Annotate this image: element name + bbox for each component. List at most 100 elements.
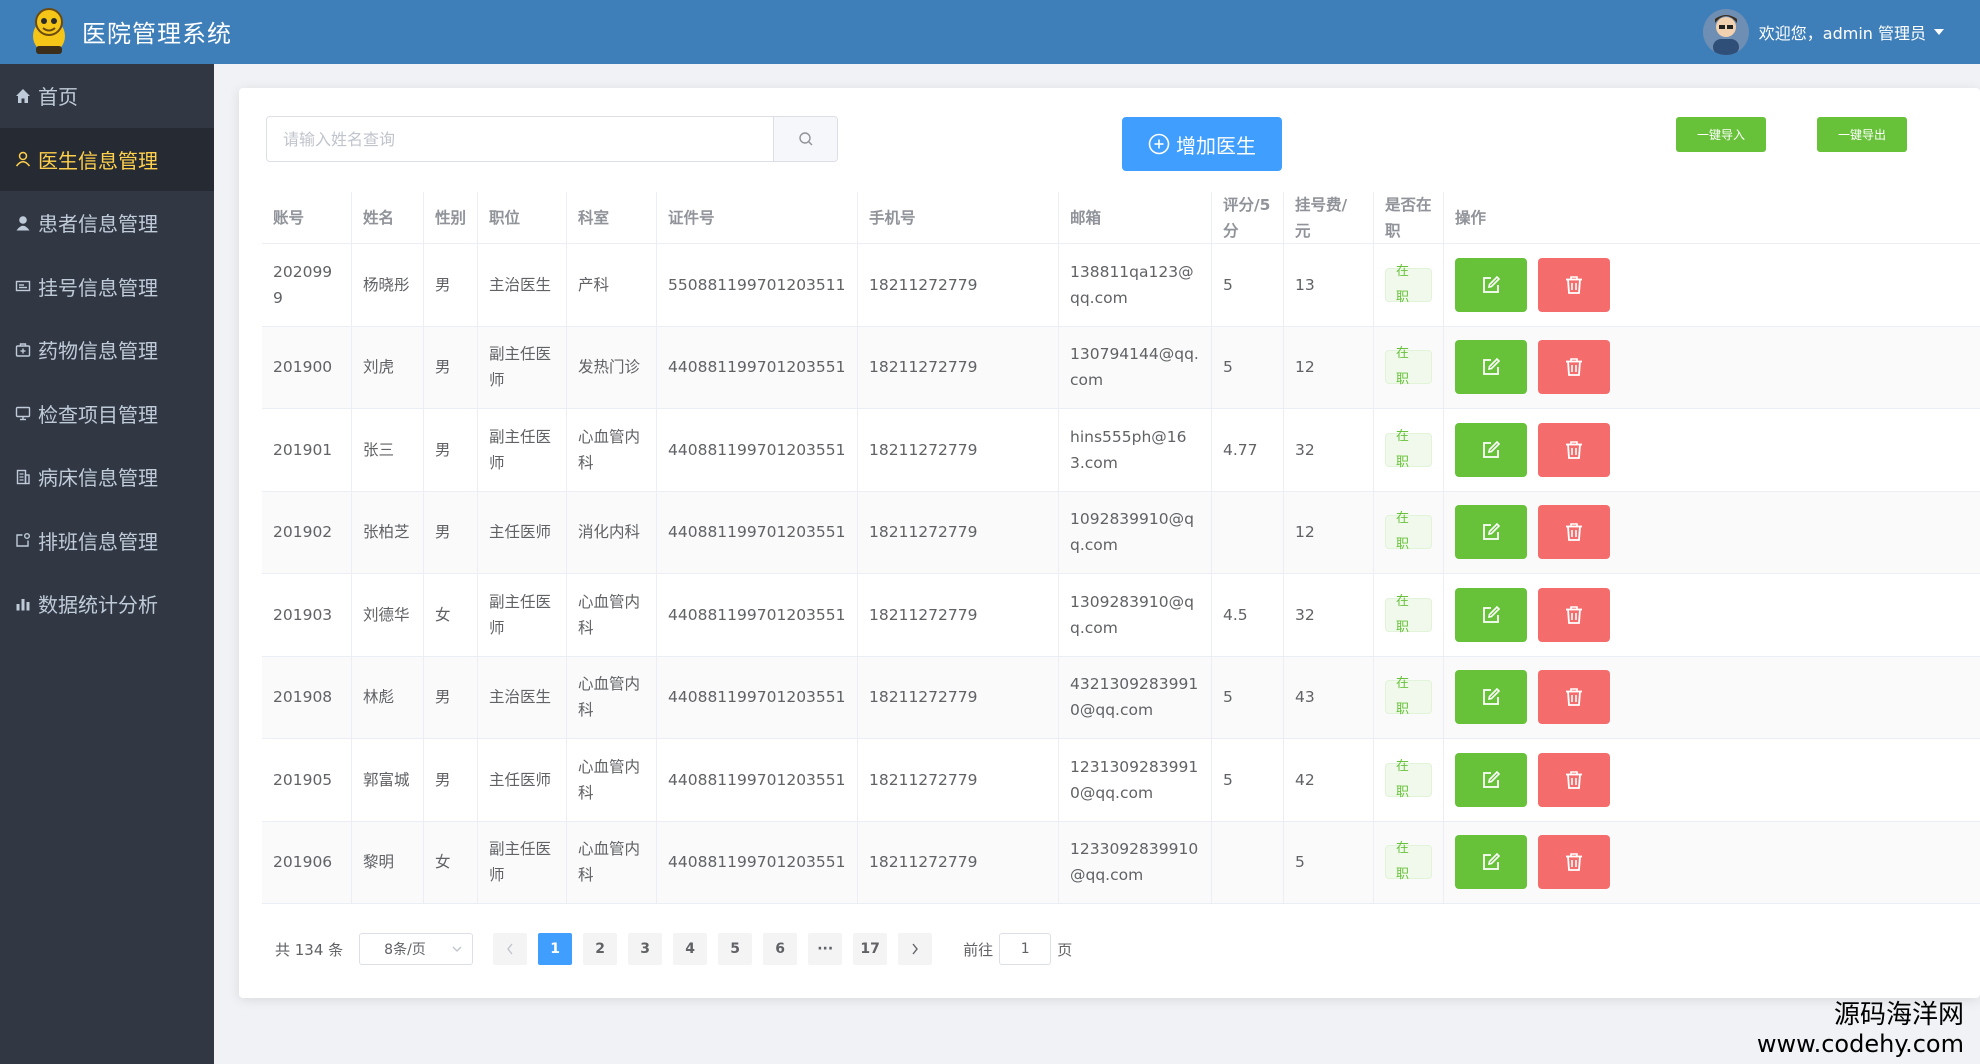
fee-cell: 13: [1284, 244, 1374, 326]
phone-cell: 18211272779: [858, 326, 1059, 408]
edit-button[interactable]: [1455, 835, 1527, 890]
page-number-button[interactable]: 17: [853, 933, 888, 965]
status-badge: 在职: [1385, 594, 1432, 635]
phone-cell: 18211272779: [858, 656, 1059, 738]
sidebar-item-statistics[interactable]: 数据统计分析: [0, 572, 214, 636]
status-badge: 在职: [1385, 429, 1432, 470]
edit-icon: [1483, 770, 1501, 788]
score-cell: 4.77: [1212, 409, 1284, 491]
edit-button[interactable]: [1455, 587, 1527, 642]
email-cell: 43213092839910@qq.com: [1059, 656, 1212, 738]
chevron-left-icon: [507, 943, 513, 955]
page-number-button[interactable]: 3: [628, 933, 663, 965]
gender-cell: 女: [424, 821, 478, 903]
actions-cell: [1444, 409, 1634, 491]
edit-button[interactable]: [1455, 257, 1527, 312]
phone-cell: 18211272779: [858, 574, 1059, 656]
dept-cell: 心血管内科: [567, 409, 657, 491]
page-number-button[interactable]: 6: [763, 933, 798, 965]
edit-button[interactable]: [1455, 505, 1527, 560]
status-badge: 在职: [1385, 676, 1432, 717]
sidebar-item-home[interactable]: 首页: [0, 64, 214, 128]
status-badge: 在职: [1385, 264, 1432, 305]
sidebar-item-label: 医生信息管理: [38, 148, 158, 173]
more-pages-button[interactable]: ···: [808, 933, 843, 965]
search-input[interactable]: [267, 117, 773, 161]
actions-cell: [1444, 244, 1634, 326]
user-menu[interactable]: 欢迎您，admin 管理员: [1702, 8, 1944, 56]
account-cell: 201901: [262, 409, 352, 491]
sidebar-item-bed[interactable]: 病床信息管理: [0, 445, 214, 509]
score-cell: 5: [1212, 244, 1284, 326]
edit-button[interactable]: [1455, 340, 1527, 395]
edit-icon: [1483, 358, 1501, 376]
edit-button[interactable]: [1455, 422, 1527, 477]
gender-cell: 男: [424, 326, 478, 408]
table-row: 201902 张柏芝男主任医师 消化内科 440881199701203551 1821…: [262, 491, 1980, 574]
export-button[interactable]: 一键导出: [1817, 117, 1907, 152]
title-cell: 副主任医师: [478, 821, 567, 903]
sidebar-item-label: 首页: [38, 85, 78, 110]
table-row: 201900 刘虎男副主任医师 发热门诊 440881199701203551 1821…: [262, 326, 1980, 409]
dept-cell: 心血管内科: [567, 739, 657, 821]
sidebar-item-medicine[interactable]: 药物信息管理: [0, 318, 214, 382]
next-page-button[interactable]: [898, 933, 933, 965]
edit-icon: [1483, 688, 1501, 706]
edit-button[interactable]: [1455, 752, 1527, 807]
sidebar-item-examination[interactable]: 检查项目管理: [0, 382, 214, 446]
page-number-button[interactable]: 5: [718, 933, 753, 965]
delete-button[interactable]: [1538, 835, 1610, 890]
page-number-button[interactable]: 4: [673, 933, 708, 965]
id-number-cell: 440881199701203551: [657, 326, 858, 408]
status-badge: 在职: [1385, 346, 1432, 387]
trash-icon: [1566, 853, 1582, 872]
score-cell: 5: [1212, 326, 1284, 408]
delete-button[interactable]: [1538, 587, 1610, 642]
id-number-cell: 440881199701203551: [657, 574, 858, 656]
page-size-select[interactable]: 8条/页: [359, 933, 474, 965]
status-badge: 在职: [1385, 841, 1432, 882]
sidebar-item-patient[interactable]: 患者信息管理: [0, 191, 214, 255]
id-number-cell: 440881199701203551: [657, 409, 858, 491]
status-cell: 在职: [1374, 656, 1444, 738]
delete-button[interactable]: [1538, 257, 1610, 312]
name-cell: 刘虎: [352, 326, 424, 408]
page-number-button[interactable]: 1: [538, 933, 573, 965]
goto-page-input[interactable]: [999, 933, 1052, 965]
column-header: 科室: [567, 192, 657, 243]
trash-icon: [1566, 523, 1582, 542]
phone-cell: 18211272779: [858, 409, 1059, 491]
delete-button[interactable]: [1538, 422, 1610, 477]
table-row: 2020999 杨晓彤男主治医生 产科 550881199701203511 18211…: [262, 244, 1980, 327]
id-number-cell: 440881199701203551: [657, 656, 858, 738]
sidebar-item-doctor[interactable]: 医生信息管理: [0, 127, 214, 191]
delete-button[interactable]: [1538, 340, 1610, 395]
delete-button[interactable]: [1538, 670, 1610, 725]
delete-button[interactable]: [1538, 752, 1610, 807]
fee-cell: 32: [1284, 574, 1374, 656]
edit-button[interactable]: [1455, 670, 1527, 725]
name-cell: 林彪: [352, 656, 424, 738]
title-cell: 主治医生: [478, 244, 567, 326]
email-cell: 1309283910@qq.com: [1059, 574, 1212, 656]
column-header: 手机号: [858, 192, 1059, 243]
prev-page-button[interactable]: [493, 933, 528, 965]
trash-icon: [1566, 688, 1582, 707]
edit-icon: [1483, 605, 1501, 623]
app-logo-icon: [26, 6, 72, 56]
sidebar-item-schedule[interactable]: 排班信息管理: [0, 509, 214, 573]
search-button[interactable]: [773, 117, 837, 161]
add-doctor-button[interactable]: 增加医生: [1122, 117, 1282, 171]
title-cell: 副主任医师: [478, 409, 567, 491]
dept-cell: 心血管内科: [567, 656, 657, 738]
import-button[interactable]: 一键导入: [1676, 117, 1766, 152]
table-row: 201903 刘德华女副主任医师 心血管内科 440881199701203551 18…: [262, 574, 1980, 657]
name-cell: 黎明: [352, 821, 424, 903]
fee-cell: 42: [1284, 739, 1374, 821]
sidebar-item-registration[interactable]: 挂号信息管理: [0, 255, 214, 319]
sidebar-item-label: 挂号信息管理: [38, 275, 158, 300]
page-number-button[interactable]: 2: [583, 933, 618, 965]
top-header: 医院管理系统 欢迎您，admin 管理员: [0, 0, 1980, 64]
delete-button[interactable]: [1538, 505, 1610, 560]
column-header: 操作: [1455, 208, 1487, 227]
